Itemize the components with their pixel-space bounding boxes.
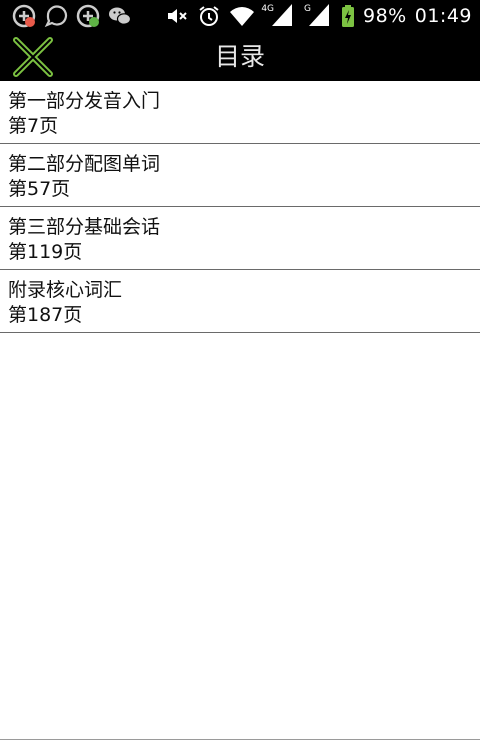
page-title: 目录	[214, 42, 265, 71]
toc-item[interactable]: 附录核心词汇 第187页	[0, 270, 480, 333]
mute-icon	[165, 4, 189, 28]
notification-app-icon	[12, 4, 36, 28]
app-header: 目录	[0, 32, 480, 81]
signal-g: G	[304, 4, 333, 28]
toc-item-page: 第187页	[8, 304, 83, 326]
toc-item[interactable]: 第二部分配图单词 第57页	[0, 144, 480, 207]
toc-list: 第一部分发音入门 第7页 第二部分配图单词 第57页 第三部分基础会话 第119…	[0, 81, 480, 333]
notification-icons	[0, 4, 132, 28]
status-bar: 4G G 98% 01:49	[0, 0, 480, 32]
toc-item-page: 第57页	[8, 178, 71, 200]
battery-percent: 98%	[363, 5, 407, 27]
battery-charging-icon	[341, 4, 355, 28]
toc-item-title: 附录核心词汇	[8, 279, 123, 301]
clock: 01:49	[414, 5, 472, 27]
toc-item-title: 第二部分配图单词	[8, 153, 161, 175]
toc-item-page: 第7页	[8, 115, 59, 137]
alarm-icon	[197, 4, 221, 28]
notification-app-icon	[76, 4, 100, 28]
toc-item[interactable]: 第一部分发音入门 第7页	[0, 81, 480, 144]
toc-item[interactable]: 第三部分基础会话 第119页	[0, 207, 480, 270]
system-icons: 4G G 98% 01:49	[165, 4, 480, 28]
chat-bubble-icon	[44, 4, 68, 28]
wifi-icon	[229, 4, 255, 28]
signal-4g: 4G	[261, 4, 296, 28]
toc-item-title: 第一部分发音入门	[8, 90, 161, 112]
wechat-icon	[108, 4, 132, 28]
toc-item-title: 第三部分基础会话	[8, 216, 161, 238]
signal-icon	[272, 4, 296, 28]
signal-icon	[309, 4, 333, 28]
toc-item-page: 第119页	[8, 241, 83, 263]
